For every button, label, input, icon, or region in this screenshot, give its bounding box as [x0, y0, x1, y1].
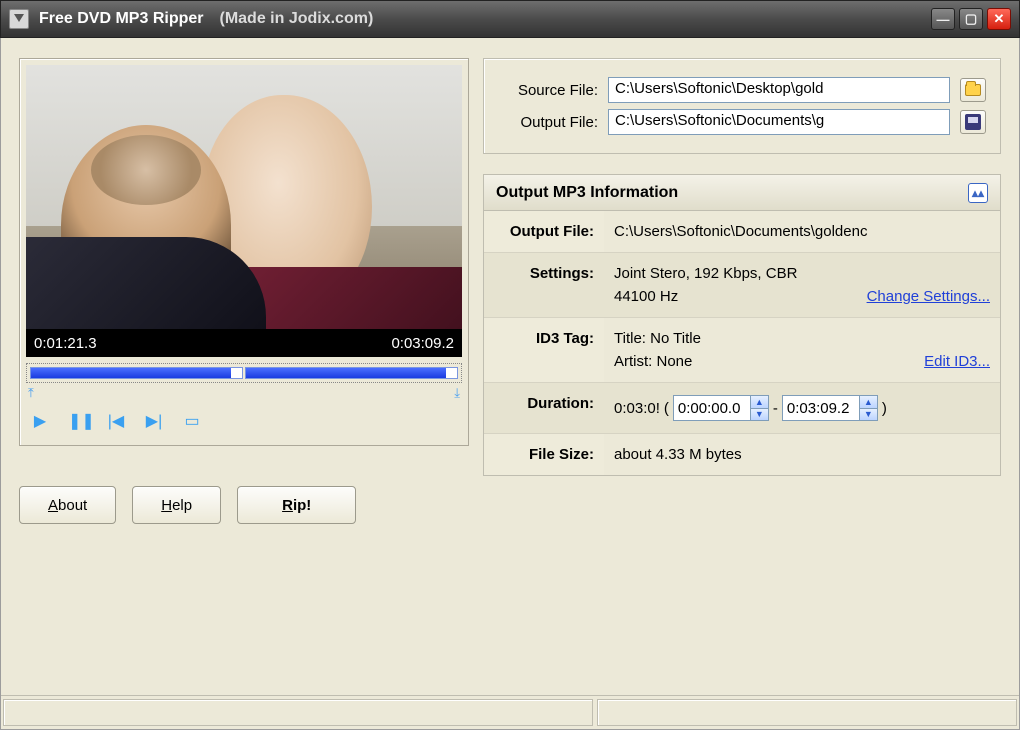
current-time: 0:01:21.3	[34, 335, 97, 352]
save-icon	[965, 114, 981, 130]
window-title: Free DVD MP3 Ripper	[39, 10, 203, 28]
info-output-value: C:\Users\Softonic\Documents\goldenc	[604, 211, 1000, 253]
app-icon	[9, 9, 29, 29]
duration-to-spinner[interactable]: ▲▼	[782, 395, 878, 421]
save-output-button[interactable]	[960, 110, 986, 134]
info-id3-key: ID3 Tag:	[484, 318, 604, 383]
file-paths-group: Source File: C:\Users\Softonic\Desktop\g…	[483, 58, 1001, 154]
source-file-input[interactable]: C:\Users\Softonic\Desktop\gold	[608, 77, 950, 103]
spin-down-icon[interactable]: ▼	[860, 409, 877, 421]
collapse-button[interactable]: ▴▴	[968, 183, 988, 203]
total-time: 0:03:09.2	[391, 335, 454, 352]
duration-from-spinner[interactable]: ▲▼	[673, 395, 769, 421]
output-info-title: Output MP3 Information	[496, 184, 678, 202]
start-marker-icon[interactable]: ⤒	[28, 385, 34, 401]
info-id3-value: Title: No Title Artist: None Edit ID3...	[604, 318, 1000, 383]
browse-source-button[interactable]	[960, 78, 986, 102]
spin-up-icon[interactable]: ▲	[751, 396, 768, 409]
selection-progress[interactable]	[26, 363, 462, 383]
pause-button[interactable]: ❚❚	[68, 411, 88, 431]
open-button[interactable]: ▭	[182, 411, 202, 431]
chevron-up-icon: ▴▴	[972, 186, 984, 200]
help-button[interactable]: Help	[132, 486, 221, 524]
about-button[interactable]: About	[19, 486, 116, 524]
spin-down-icon[interactable]: ▼	[751, 409, 768, 421]
edit-id3-link[interactable]: Edit ID3...	[924, 353, 990, 370]
info-filesize-key: File Size:	[484, 434, 604, 476]
end-marker-icon[interactable]: ⤓	[454, 385, 460, 401]
window-subtitle: (Made in Jodix.com)	[219, 10, 373, 28]
prev-button[interactable]: |◀	[106, 411, 126, 431]
source-file-label: Source File:	[498, 82, 598, 99]
change-settings-link[interactable]: Change Settings...	[867, 288, 990, 305]
output-file-label: Output File:	[498, 114, 598, 131]
output-file-input[interactable]: C:\Users\Softonic\Documents\g	[608, 109, 950, 135]
play-button[interactable]: ▶	[30, 411, 50, 431]
right-column: Source File: C:\Users\Softonic\Desktop\g…	[483, 58, 1001, 729]
info-output-key: Output File:	[484, 211, 604, 253]
status-bar	[1, 695, 1019, 729]
info-filesize-value: about 4.33 M bytes	[604, 434, 1000, 476]
rip-button[interactable]: Rip!	[237, 486, 356, 524]
status-cell-right	[597, 699, 1017, 726]
player-controls: ▶ ❚❚ |◀ ▶| ▭	[26, 401, 462, 439]
duration-row: 0:03:0! ( ▲▼ - ▲▼	[614, 395, 990, 421]
folder-icon	[965, 84, 981, 96]
video-preview[interactable]: 0:01:21.3 0:03:09.2	[26, 65, 462, 357]
next-button[interactable]: ▶|	[144, 411, 164, 431]
duration-from-input[interactable]	[674, 396, 750, 420]
spin-up-icon[interactable]: ▲	[860, 396, 877, 409]
titlebar: Free DVD MP3 Ripper (Made in Jodix.com) …	[0, 0, 1020, 38]
client-area: 0:01:21.3 0:03:09.2 ⤒ ⤓ ▶ ❚❚ |◀ ▶|	[0, 38, 1020, 730]
info-settings-key: Settings:	[484, 253, 604, 318]
close-button[interactable]: ✕	[987, 8, 1011, 30]
status-cell-left	[3, 699, 593, 726]
left-column: 0:01:21.3 0:03:09.2 ⤒ ⤓ ▶ ❚❚ |◀ ▶|	[19, 58, 469, 729]
info-duration-key: Duration:	[484, 383, 604, 434]
maximize-button[interactable]: ▢	[959, 8, 983, 30]
output-info-header: Output MP3 Information ▴▴	[484, 175, 1000, 211]
action-buttons: About Help Rip!	[19, 486, 469, 524]
app-window: Free DVD MP3 Ripper (Made in Jodix.com) …	[0, 0, 1020, 730]
output-info-panel: Output MP3 Information ▴▴ Output File: C…	[483, 174, 1001, 476]
info-settings-value: Joint Stero, 192 Kbps, CBR 44100 Hz Chan…	[604, 253, 1000, 318]
minimize-button[interactable]: —	[931, 8, 955, 30]
duration-to-input[interactable]	[783, 396, 859, 420]
video-timebar: 0:01:21.3 0:03:09.2	[26, 329, 462, 357]
player-panel: 0:01:21.3 0:03:09.2 ⤒ ⤓ ▶ ❚❚ |◀ ▶|	[19, 58, 469, 446]
